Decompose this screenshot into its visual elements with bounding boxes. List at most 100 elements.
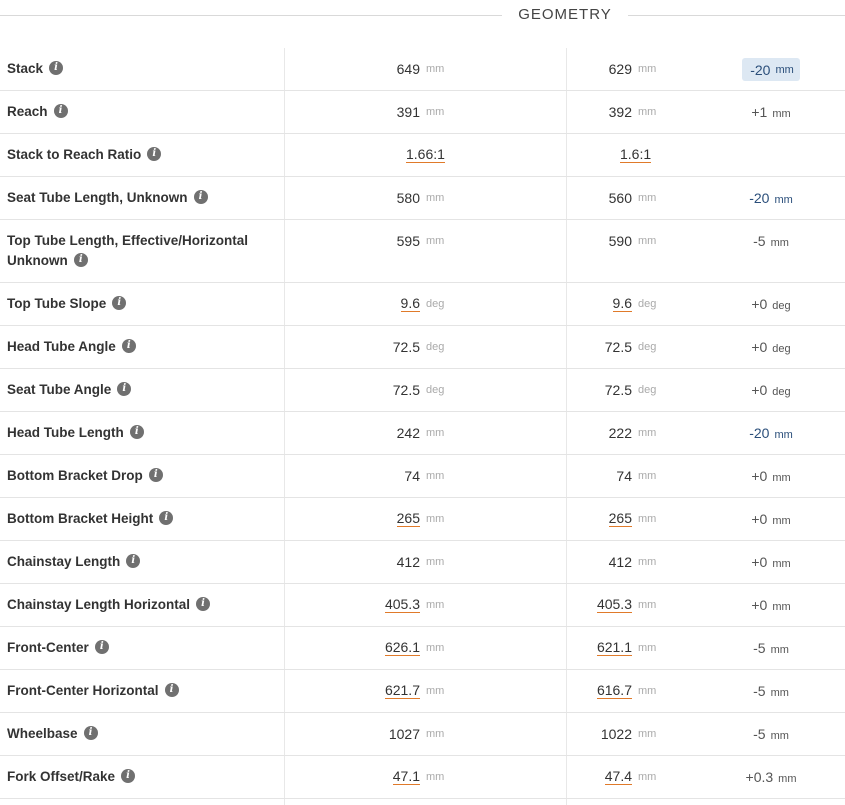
value-unit: mm: [426, 106, 445, 118]
row-label-text: Chainstay Length i: [7, 552, 141, 572]
value-unit: mm: [638, 470, 657, 482]
value-cell-compare: 74 mm: [580, 455, 658, 497]
info-icon[interactable]: i: [121, 769, 136, 784]
table-row: Head Tube Length i 242 mm 222 mm -20 mm: [0, 412, 845, 455]
difference-cell: +0 mm: [730, 455, 812, 497]
difference-value: +0 mm: [751, 511, 790, 527]
table-row: Reach i 391 mm 392 mm +1 mm: [0, 91, 845, 134]
value-number: 629: [608, 61, 632, 77]
info-icon[interactable]: i: [148, 468, 163, 483]
table-row: Chainstay Length i 412 mm 412 mm +0 mm: [0, 541, 845, 584]
value-cell-current: 74 mm: [300, 455, 446, 497]
info-icon[interactable]: i: [147, 147, 162, 162]
difference-cell: +0 mm: [730, 541, 812, 583]
difference-number: -20: [749, 190, 770, 206]
value-number: 412: [396, 554, 420, 570]
table-row: Wheelbase i 1027 mm 1022 mm -5 mm: [0, 713, 845, 756]
value-number: 1022: [600, 726, 632, 742]
info-icon[interactable]: i: [83, 726, 98, 741]
value-number: 72.5: [604, 382, 632, 398]
difference-cell: -20 mm: [730, 412, 812, 454]
difference-value: +0 mm: [751, 597, 790, 613]
value-cell-compare: 412 mm: [580, 541, 658, 583]
row-label: Fork Offset/Rake i: [7, 756, 277, 798]
difference-cell: +0 deg: [730, 283, 812, 325]
difference-number: +0: [751, 554, 768, 570]
info-icon[interactable]: i: [193, 190, 208, 205]
row-label-text: Head Tube Angle i: [7, 337, 136, 357]
info-icon[interactable]: i: [73, 253, 88, 268]
difference-unit: mm: [772, 108, 791, 120]
info-icon[interactable]: i: [196, 597, 211, 612]
difference-number: +0: [751, 382, 768, 398]
value-cell-current: 412 mm: [300, 541, 446, 583]
value-number: 1.6:1: [620, 146, 652, 163]
difference-unit: mm: [772, 472, 791, 484]
value-number: 265: [608, 510, 632, 527]
value-unit: deg: [426, 298, 445, 310]
difference-unit: mm: [772, 601, 791, 613]
difference-unit: mm: [772, 558, 791, 570]
value-unit: mm: [426, 771, 445, 783]
row-label-text: Head Tube Length i: [7, 423, 144, 443]
table-row: Front-Center i 626.1 mm 621.1 mm -5 mm: [0, 627, 845, 670]
value-unit: mm: [426, 235, 445, 247]
difference-value: +0.3 mm: [746, 769, 797, 785]
value-unit: mm: [638, 685, 657, 697]
row-label: Head Tube Length i: [7, 412, 277, 454]
value-cell-compare: 405.3 mm: [580, 584, 658, 626]
value-cell-compare: 1022 mm: [580, 713, 658, 755]
value-cell-compare: 72.5 deg: [580, 326, 658, 368]
value-cell-current: 580 mm: [300, 177, 446, 219]
row-label: Chainstay Length Horizontal i: [7, 584, 277, 626]
row-label-text: Bottom Bracket Drop i: [7, 466, 163, 486]
value-cell-current: 242 mm: [300, 412, 446, 454]
difference-unit: mm: [774, 194, 793, 206]
value-number: 580: [396, 190, 420, 206]
value-number: 1.66:1: [406, 146, 445, 163]
info-icon[interactable]: i: [164, 683, 179, 698]
row-label: Stack i: [7, 48, 277, 90]
difference-value: -5 mm: [753, 726, 789, 742]
table-row: Top Tube Length, Effective/Horizontal Un…: [0, 220, 845, 283]
row-label: Top Tube Slope i: [7, 283, 277, 325]
value-cell-compare: 47.4 mm: [580, 756, 658, 798]
info-icon[interactable]: i: [94, 640, 109, 655]
difference-cell: +1 mm: [730, 91, 812, 133]
info-icon[interactable]: i: [53, 104, 68, 119]
value-unit: mm: [426, 728, 445, 740]
difference-cell: -20 mm: [730, 177, 812, 219]
header-divider-left: [0, 15, 502, 16]
info-icon[interactable]: i: [129, 425, 144, 440]
value-cell-current: 9.6 deg: [300, 283, 446, 325]
difference-number: +0.3: [745, 769, 774, 785]
info-icon[interactable]: i: [159, 511, 174, 526]
info-icon[interactable]: i: [121, 339, 136, 354]
value-unit: deg: [638, 384, 657, 396]
difference-number: +0: [751, 511, 768, 527]
value-cell-current: 649 mm: [300, 48, 446, 90]
value-cell-compare: 590 mm: [580, 220, 658, 262]
difference-unit: deg: [772, 386, 791, 398]
info-icon[interactable]: i: [126, 554, 141, 569]
table-row: Chainstay Length Horizontal i 405.3 mm 405.3…: [0, 584, 845, 627]
value-number: 621.7: [384, 682, 420, 699]
info-icon[interactable]: i: [117, 382, 132, 397]
row-label-text: Bottom Bracket Height i: [7, 509, 174, 529]
value-number: 405.3: [596, 596, 632, 613]
info-icon[interactable]: i: [112, 296, 127, 311]
value-unit: mm: [426, 513, 445, 525]
section-header: GEOMETRY: [0, 0, 845, 32]
difference-value: -20 mm: [749, 190, 793, 206]
value-unit: mm: [638, 106, 657, 118]
value-number: 47.1: [392, 768, 420, 785]
row-label: Bottom Bracket Drop i: [7, 455, 277, 497]
value-number: 74: [616, 468, 632, 484]
value-cell-compare: 265 mm: [580, 498, 658, 540]
table-row: Seat Tube Length, Unknown i 580 mm 560 mm -20 m…: [0, 177, 845, 220]
difference-value: -5 mm: [753, 683, 789, 699]
value-number: 626.1: [384, 639, 420, 656]
value-cell-current: 47.1 mm: [300, 756, 446, 798]
info-icon[interactable]: i: [49, 61, 64, 76]
difference-value: +0 deg: [751, 382, 790, 398]
